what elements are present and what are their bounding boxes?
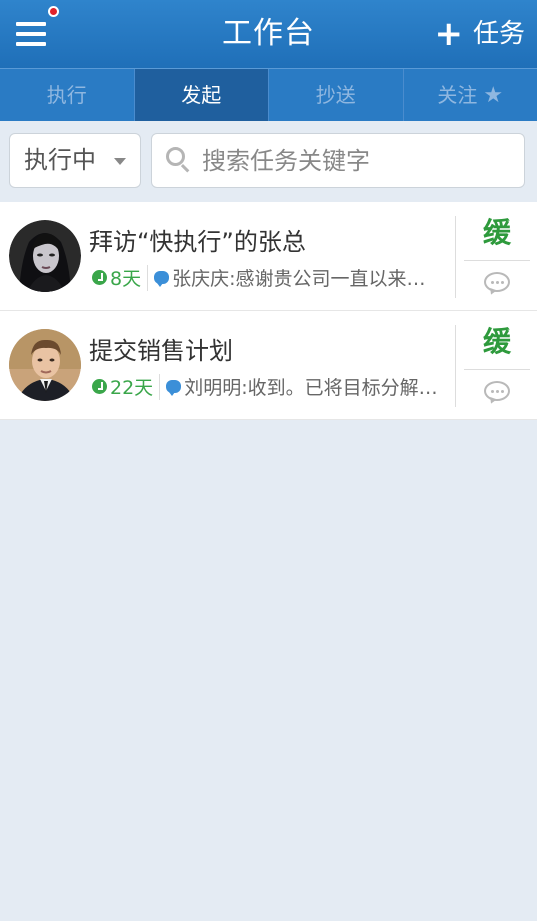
chat-icon <box>166 380 182 396</box>
priority-badge: 缓 <box>482 325 511 358</box>
tab-initiated[interactable]: 发起 <box>134 69 269 121</box>
comment-icon[interactable] <box>484 381 510 406</box>
comment-icon-tail <box>488 396 497 406</box>
search-box[interactable] <box>151 133 525 188</box>
task-row[interactable]: 拜访“快执行”的张总 8天 张庆庆:感谢贵公司一直以来的支持与合作 缓 <box>0 202 537 311</box>
star-icon: ★ <box>483 83 504 108</box>
filter-row: 执行中 <box>0 121 537 201</box>
tab-label: 抄送 <box>315 83 356 107</box>
comment-icon-dot <box>491 281 494 284</box>
status-dropdown[interactable]: 执行中 <box>9 133 141 188</box>
task-meta: 22天 刘明明:收到。已将目标分解到各区域 <box>92 373 456 400</box>
comment-icon[interactable] <box>484 272 510 297</box>
tab-label: 执行 <box>46 83 87 107</box>
last-message: 张庆庆:感谢贵公司一直以来的支持与合作 <box>172 268 445 290</box>
plus-icon: + <box>434 14 463 54</box>
top-bar: 工作台 + 任务 <box>0 0 537 68</box>
task-side-actions: 缓 <box>455 325 537 407</box>
last-message: 刘明明:收到。已将目标分解到各区域 <box>184 377 457 399</box>
add-task-button[interactable]: + 任务 <box>434 0 525 68</box>
clock-icon <box>92 379 107 394</box>
clock-icon <box>92 270 107 285</box>
status-value: 执行中 <box>24 146 96 174</box>
tab-follow[interactable]: 关注 ★ <box>404 69 537 121</box>
chevron-down-icon <box>114 158 126 165</box>
meta-divider <box>147 264 149 291</box>
tab-bar: 执行 发起 抄送 关注 ★ <box>0 68 537 121</box>
meta-divider <box>159 373 161 400</box>
chat-icon <box>154 271 170 287</box>
avatar[interactable] <box>9 220 81 292</box>
task-list: 拜访“快执行”的张总 8天 张庆庆:感谢贵公司一直以来的支持与合作 缓 <box>0 202 537 420</box>
remaining-days: 22天 <box>110 377 154 399</box>
tab-execute[interactable]: 执行 <box>0 69 135 121</box>
search-icon <box>166 147 192 175</box>
search-icon-handle <box>180 164 190 173</box>
task-meta: 8天 张庆庆:感谢贵公司一直以来的支持与合作 <box>92 264 444 291</box>
remaining-days: 8天 <box>110 268 142 290</box>
avatar[interactable] <box>9 329 81 401</box>
comment-icon-dot <box>496 390 499 393</box>
tab-cc[interactable]: 抄送 <box>269 69 404 121</box>
comment-icon-dot <box>501 390 504 393</box>
divider <box>464 260 530 261</box>
add-task-label: 任务 <box>472 19 525 49</box>
comment-icon-tail <box>488 287 497 297</box>
priority-badge: 缓 <box>482 216 511 249</box>
search-input[interactable] <box>202 134 517 187</box>
comment-icon-dot <box>501 281 504 284</box>
tab-label: 发起 <box>181 83 222 107</box>
divider <box>464 369 530 370</box>
task-side-actions: 缓 <box>455 216 537 298</box>
task-title: 拜访“快执行”的张总 <box>89 228 306 256</box>
comment-icon-dot <box>491 390 494 393</box>
tab-label: 关注 <box>437 83 478 107</box>
task-title: 提交销售计划 <box>89 337 233 365</box>
task-row[interactable]: 提交销售计划 22天 刘明明:收到。已将目标分解到各区域 缓 <box>0 311 537 420</box>
comment-icon-dot <box>496 281 499 284</box>
